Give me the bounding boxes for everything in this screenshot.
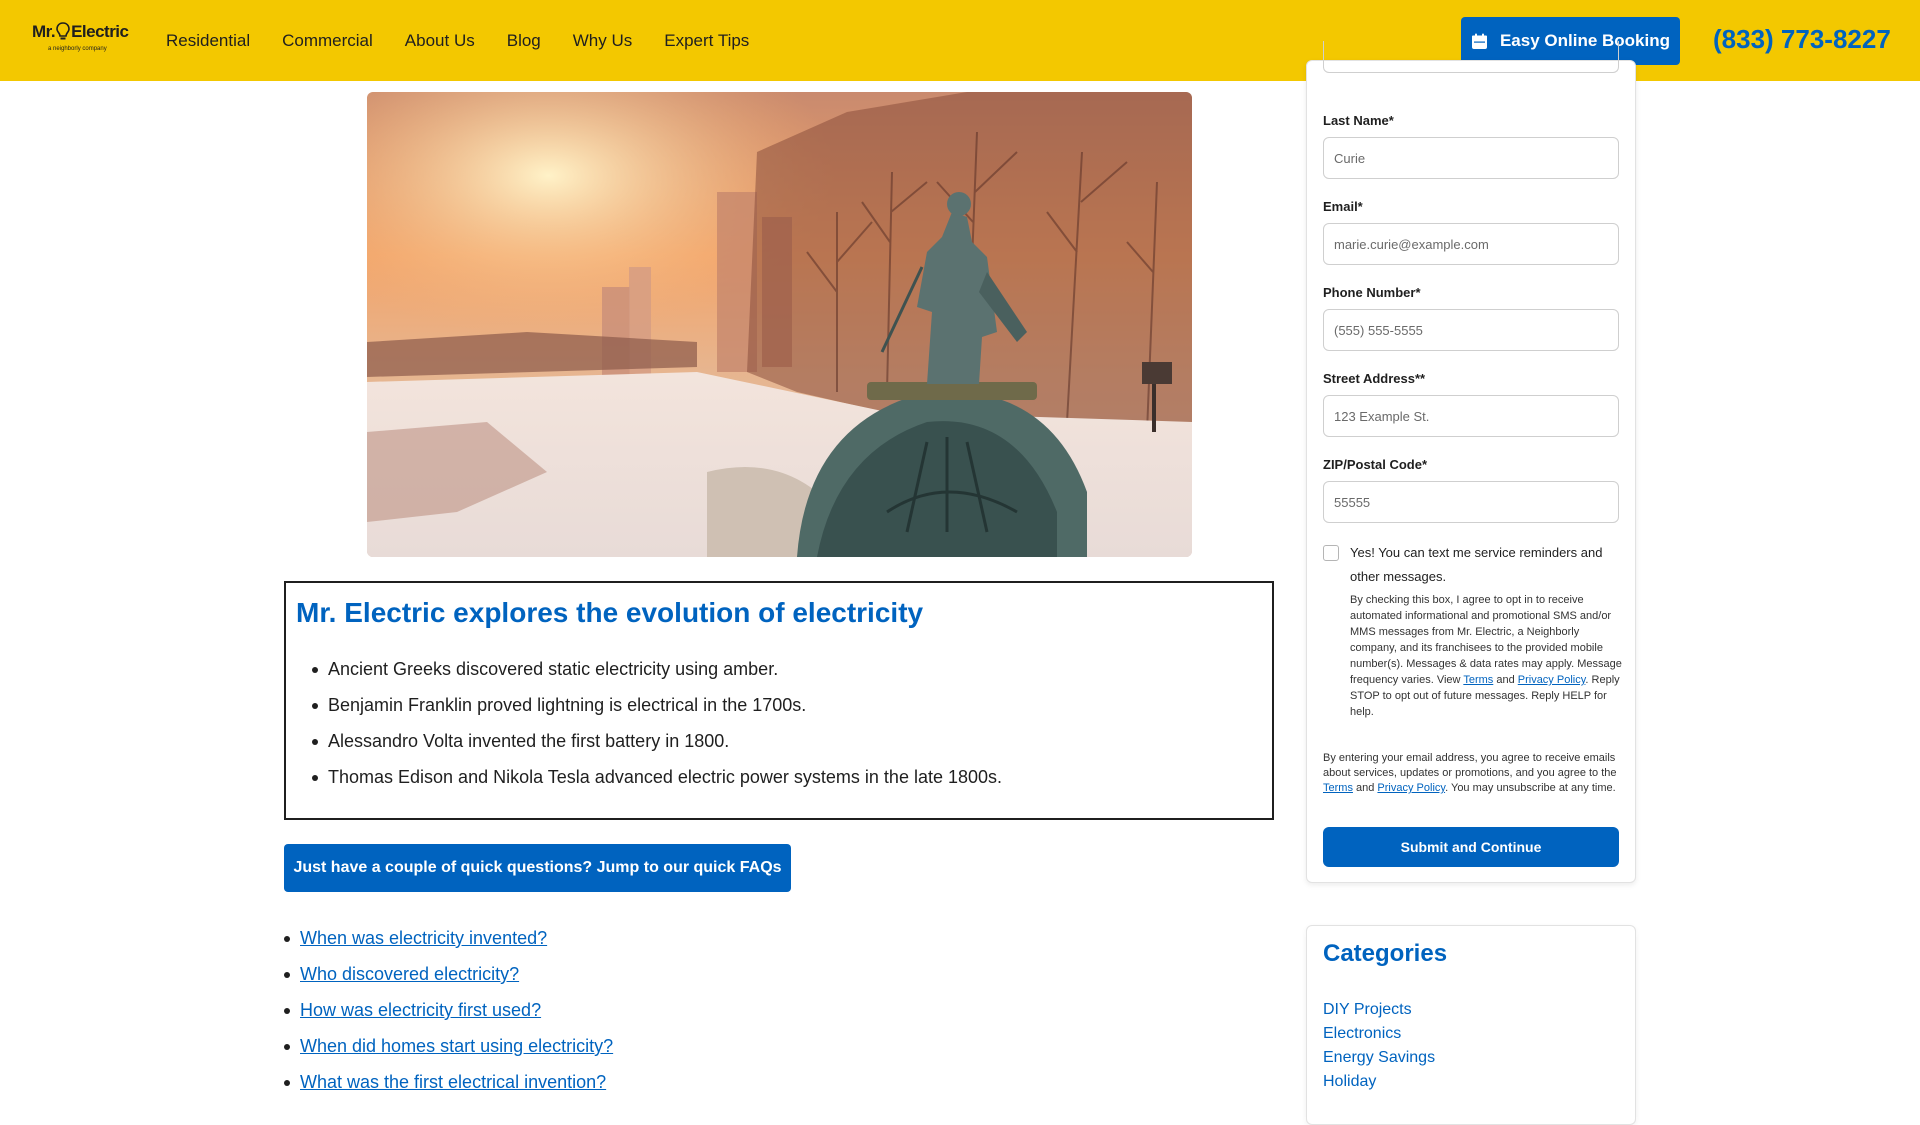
faq-link-first-used[interactable]: How was electricity first used? [300,1000,541,1020]
nav-residential[interactable]: Residential [166,31,250,51]
category-electronics[interactable]: Electronics [1323,1022,1435,1046]
zip-code-label: ZIP/Postal Code* [1323,457,1428,472]
jump-to-faqs-button[interactable]: Just have a couple of quick questions? J… [284,844,791,892]
first-name-input-partial[interactable] [1323,41,1619,73]
email-terms-link[interactable]: Terms [1323,782,1353,794]
faq-link-homes-electricity[interactable]: When did homes start using electricity? [300,1036,613,1056]
nav-why-us[interactable]: Why Us [573,31,633,51]
faq-list-item: When was electricity invented? [284,920,613,956]
email-label: Email* [1323,199,1363,214]
phone-number-link[interactable]: (833) 773-8227 [1713,24,1891,55]
faq-link-who-discovered[interactable]: Who discovered electricity? [300,964,519,984]
summary-item: Thomas Edison and Nikola Tesla advanced … [312,759,1262,795]
booking-form-card: Last Name* Email* Phone Number* Street A… [1306,41,1636,883]
mr-electric-logo[interactable]: Mr. Electric a neighborly company [32,22,132,62]
faq-list-item: When did homes start using electricity? [284,1028,613,1064]
email-privacy-link[interactable]: Privacy Policy [1377,782,1445,794]
last-name-label: Last Name* [1323,113,1394,128]
email-disclaimer-and: and [1352,782,1378,794]
nav-blog[interactable]: Blog [507,31,541,51]
main-nav: Residential Commercial About Us Blog Why… [166,0,781,81]
sms-opt-in-label[interactable]: Yes! You can text me service reminders a… [1350,541,1620,589]
summary-list: Ancient Greeks discovered static electri… [312,651,1262,795]
email-disclaimer-text: By entering your email address, you agre… [1323,752,1617,779]
sms-disclaimer: By checking this box, I agree to opt in … [1350,592,1624,720]
email-disclaimer: By entering your email address, you agre… [1323,751,1625,796]
faq-link-first-invention[interactable]: What was the first electrical invention? [300,1072,606,1092]
categories-card: Categories DIY Projects Electronics Ener… [1306,925,1636,1125]
category-energy-savings[interactable]: Energy Savings [1323,1046,1435,1070]
lightbulb-icon [56,22,70,40]
hero-illustration [367,92,1192,557]
tesla-statue-hero-image [367,92,1192,557]
nav-commercial[interactable]: Commercial [282,31,373,51]
faq-list-item: What was the first electrical invention? [284,1064,613,1100]
summary-item: Benjamin Franklin proved lightning is el… [312,687,1262,723]
category-holiday[interactable]: Holiday [1323,1070,1435,1094]
faq-list-item: How was electricity first used? [284,992,613,1028]
summary-title: Mr. Electric explores the evolution of e… [296,597,924,628]
faq-link-when-invented[interactable]: When was electricity invented? [300,928,547,948]
phone-label: Phone Number* [1323,285,1421,300]
street-address-input[interactable] [1323,395,1619,437]
phone-input[interactable] [1323,309,1619,351]
logo-wordmark: Mr. Electric [32,22,129,41]
summary-item: Ancient Greeks discovered static electri… [312,651,1262,687]
zip-code-input[interactable] [1323,481,1619,523]
summary-item: Alessandro Volta invented the first batt… [312,723,1262,759]
categories-title: Categories [1323,940,1448,967]
evolution-summary-box: Mr. Electric explores the evolution of e… [284,581,1274,820]
email-disclaimer-end: . You may unsubscribe at any time. [1445,782,1616,794]
category-diy-projects[interactable]: DIY Projects [1323,998,1435,1022]
sms-disclaimer-and: and [1493,674,1518,686]
email-input[interactable] [1323,223,1619,265]
logo-tagline: a neighborly company [48,46,107,52]
submit-and-continue-button[interactable]: Submit and Continue [1323,827,1619,867]
faq-link-list: When was electricity invented? Who disco… [284,920,613,1100]
sms-privacy-link[interactable]: Privacy Policy [1518,674,1586,686]
sms-opt-in-checkbox[interactable] [1323,545,1339,561]
nav-about-us[interactable]: About Us [405,31,475,51]
last-name-input[interactable] [1323,137,1619,179]
faq-list-item: Who discovered electricity? [284,956,613,992]
nav-expert-tips[interactable]: Expert Tips [664,31,749,51]
sms-disclaimer-text: By checking this box, I agree to opt in … [1350,594,1622,686]
street-address-label: Street Address** [1323,371,1426,386]
sms-terms-link[interactable]: Terms [1463,674,1493,686]
